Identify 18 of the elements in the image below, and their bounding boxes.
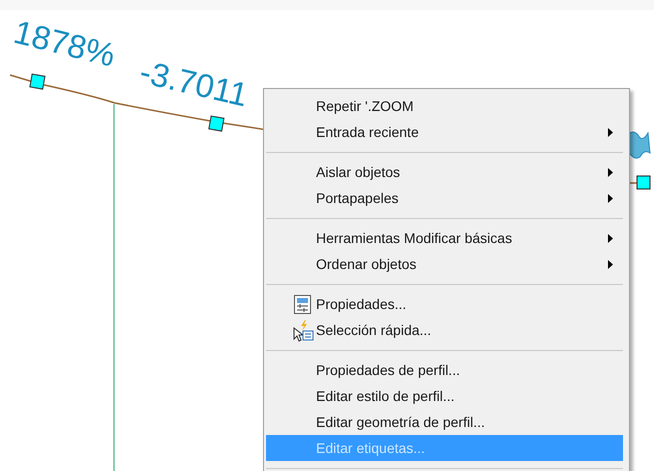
menu-item[interactable]: Editar estilo de perfil... bbox=[266, 383, 623, 409]
menu-item[interactable]: Propiedades de perfil... bbox=[266, 357, 623, 383]
slope-label: -3.7011 bbox=[136, 52, 252, 114]
grip-marker bbox=[208, 115, 225, 132]
menu-item[interactable]: Ordenar objetos bbox=[266, 251, 623, 277]
menu-item[interactable]: Aislar objetos bbox=[266, 159, 623, 185]
menu-item[interactable]: Selección rápida... bbox=[266, 317, 623, 343]
menu-item[interactable]: Entrada reciente bbox=[266, 119, 623, 145]
properties-icon bbox=[294, 295, 311, 314]
menu-item[interactable]: Repetir '.ZOOM bbox=[266, 93, 623, 119]
grip-marker bbox=[29, 73, 46, 90]
menu-item[interactable]: Propiedades... bbox=[266, 291, 623, 317]
cursor-list-icon bbox=[293, 320, 315, 342]
slope-label: 1878% bbox=[10, 12, 119, 74]
grip-marker bbox=[636, 176, 650, 190]
menu-item[interactable]: Portapapeles bbox=[266, 185, 623, 211]
menu-item[interactable]: Editar geometría de perfil... bbox=[266, 409, 623, 435]
menu-item[interactable]: Herramientas Modificar básicas bbox=[266, 225, 623, 251]
